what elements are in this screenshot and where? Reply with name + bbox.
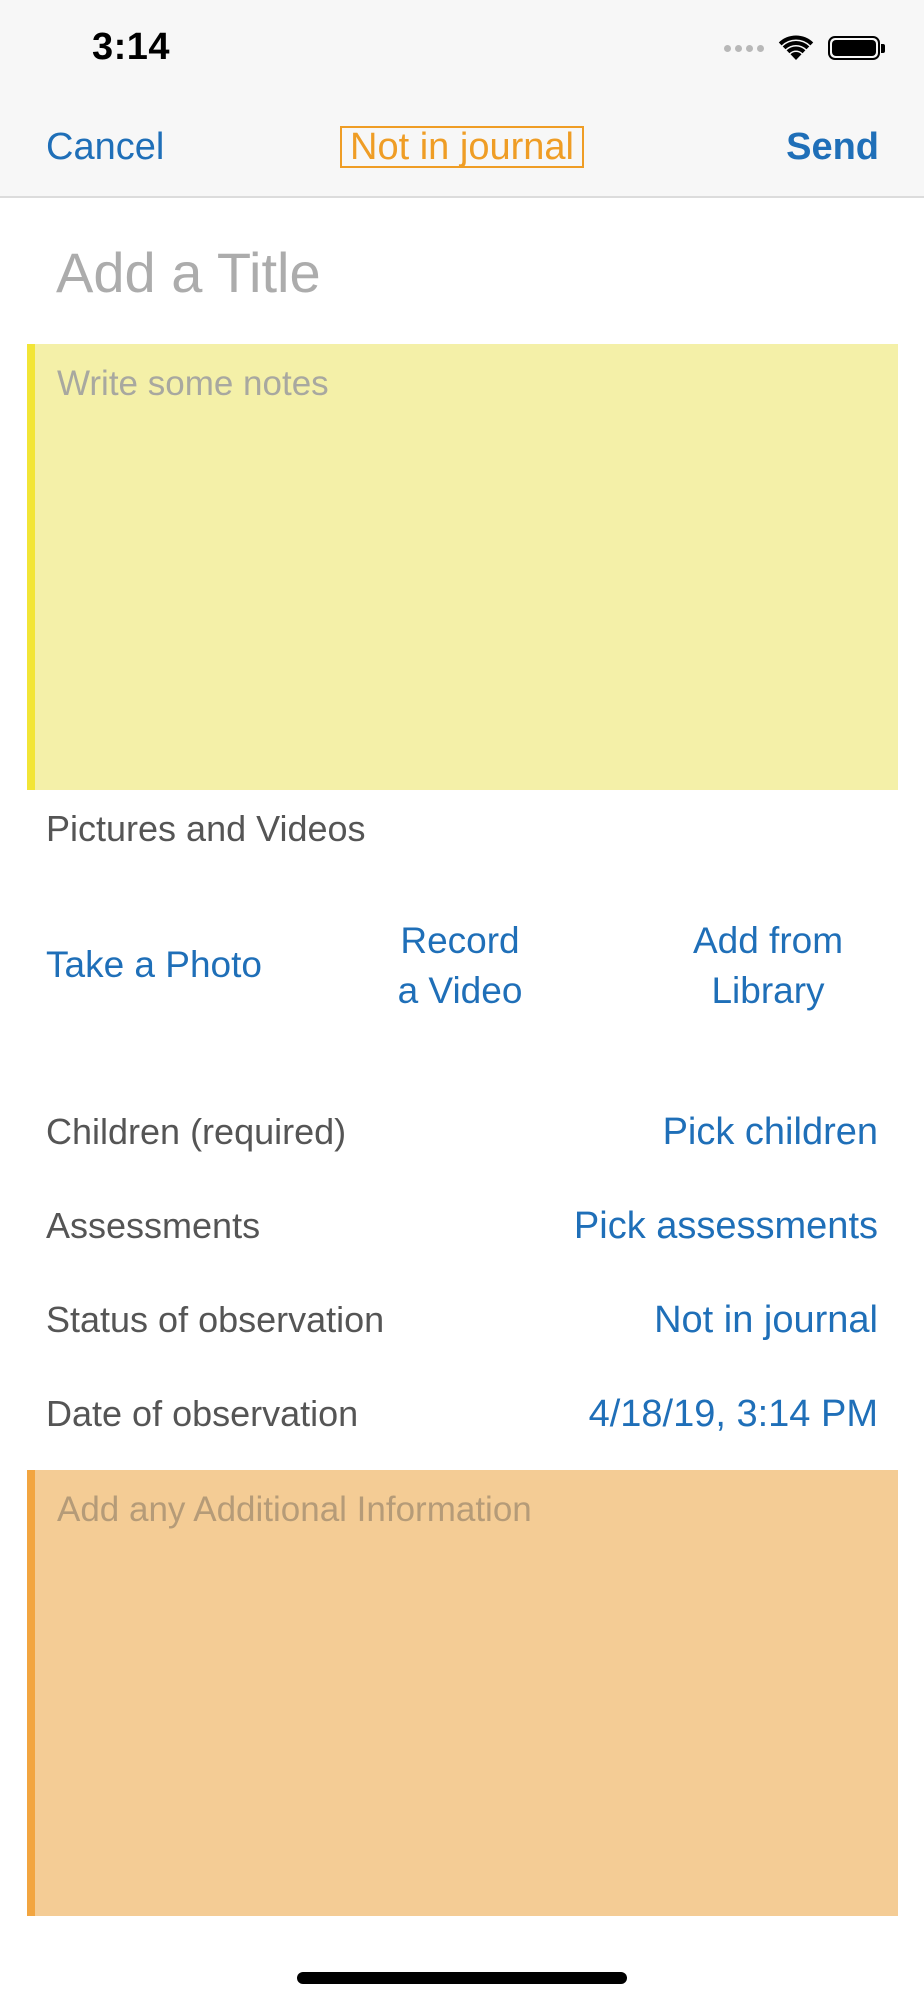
observation-date-row: Date of observation 4/18/19, 3:14 PM xyxy=(46,1384,878,1444)
notes-input[interactable] xyxy=(35,344,898,790)
observation-status-row: Status of observation Not in journal xyxy=(46,1290,878,1350)
observation-status-label: Status of observation xyxy=(46,1299,385,1340)
title-input[interactable] xyxy=(56,240,876,304)
take-photo-label: Take a Photo xyxy=(46,944,262,985)
cellular-signal-icon xyxy=(724,44,764,52)
record-video-button[interactable]: Record a Video xyxy=(360,916,560,1016)
assessments-label: Assessments xyxy=(46,1205,261,1246)
notes-area xyxy=(27,344,898,790)
record-video-label-line2: a Video xyxy=(397,970,523,1011)
add-library-label-line1: Add from xyxy=(692,920,844,961)
take-photo-button[interactable]: Take a Photo xyxy=(46,940,286,990)
cancel-button[interactable]: Cancel xyxy=(46,126,164,169)
observation-status-button[interactable]: Not in journal xyxy=(654,1290,878,1350)
home-indicator xyxy=(297,1972,627,1984)
send-button[interactable]: Send xyxy=(786,126,879,169)
wifi-icon xyxy=(778,35,814,60)
observation-date-button[interactable]: 4/18/19, 3:14 PM xyxy=(589,1384,878,1444)
additional-info-area xyxy=(27,1470,898,1916)
status-icons xyxy=(724,34,885,62)
observation-date-label: Date of observation xyxy=(46,1393,359,1434)
top-bar: 3:14 Cancel Not in journal Send xyxy=(0,0,924,198)
media-section-label: Pictures and Videos xyxy=(46,808,366,849)
additional-info-input[interactable] xyxy=(35,1470,898,1916)
pick-children-button[interactable]: Pick children xyxy=(663,1102,878,1162)
record-video-label-line1: Record xyxy=(400,920,520,961)
pick-assessments-button[interactable]: Pick assessments xyxy=(574,1196,878,1256)
assessments-row: Assessments Pick assessments xyxy=(46,1196,878,1256)
add-from-library-button[interactable]: Add from Library xyxy=(648,916,888,1016)
children-label: Children (required) xyxy=(46,1111,347,1152)
status-time: 3:14 xyxy=(92,26,171,68)
children-row: Children (required) Pick children xyxy=(46,1102,878,1162)
battery-icon xyxy=(828,36,885,60)
journal-status-button[interactable]: Not in journal xyxy=(340,126,584,168)
add-library-label-line2: Library xyxy=(711,970,825,1011)
